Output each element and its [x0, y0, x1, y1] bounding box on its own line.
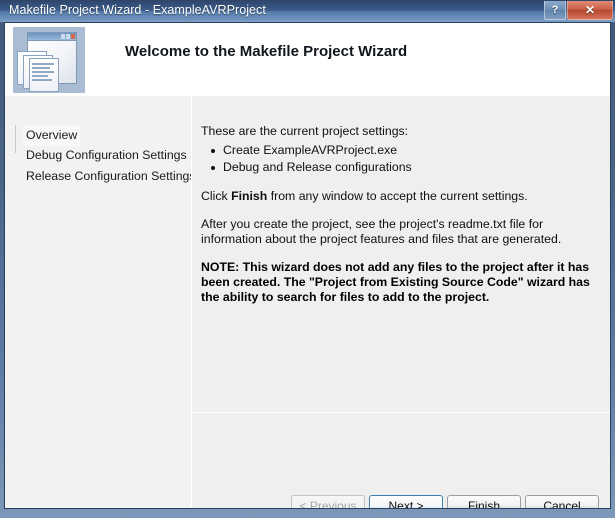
next-button[interactable]: Next >: [369, 495, 443, 508]
titlebar-buttons: ? ✕: [544, 1, 613, 20]
wizard-icon: [13, 27, 85, 93]
sidebar-item-debug-row: Debug Configuration Settings: [15, 145, 187, 166]
wizard-window: Makefile Project Wizard - ExampleAVRProj…: [0, 0, 615, 518]
page-glyph-text-lines: [32, 63, 56, 83]
wizard-header: Welcome to the Makefile Project Wizard: [5, 23, 610, 96]
client-area: Welcome to the Makefile Project Wizard O…: [4, 22, 611, 509]
sidebar-list: Overview Debug Configuration Settings Re…: [15, 124, 196, 187]
button-bar: < Previous Next > Finish Cancel: [192, 413, 610, 508]
note-text: NOTE: This wizard does not add any files…: [201, 260, 590, 304]
sidebar-item-release-configuration-settings[interactable]: Release Configuration Settings: [22, 166, 200, 187]
sidebar-item-overview[interactable]: Overview: [22, 124, 82, 147]
window-glyph-titlebar: [28, 33, 76, 41]
after-create-text: After you create the project, see the pr…: [201, 217, 562, 246]
intro-text: These are the current project settings:: [201, 124, 409, 138]
window-title: Makefile Project Wizard - ExampleAVRProj…: [9, 3, 266, 17]
list-item: Create ExampleAVRProject.exe: [211, 142, 597, 159]
close-icon[interactable]: ✕: [567, 1, 613, 20]
sidebar-item-overview-row: Overview: [15, 124, 187, 147]
settings-list: Create ExampleAVRProject.exe Debug and R…: [201, 142, 597, 176]
titlebar: Makefile Project Wizard - ExampleAVRProj…: [0, 0, 615, 22]
window-glyph-max-icon: [66, 34, 70, 39]
sidebar-item-release-row: Release Configuration Settings: [15, 166, 196, 187]
previous-button[interactable]: < Previous: [291, 495, 365, 508]
click-finish-bold: Finish: [231, 189, 268, 203]
click-finish-suffix: from any window to accept the current se…: [267, 189, 528, 203]
wizard-sidebar: Overview Debug Configuration Settings Re…: [5, 96, 196, 508]
page-title: Welcome to the Makefile Project Wizard: [125, 43, 408, 60]
wizard-buttons: < Previous Next > Finish Cancel: [291, 495, 599, 508]
cancel-button[interactable]: Cancel: [525, 495, 599, 508]
window-glyph-buttons: [61, 34, 75, 39]
window-glyph-close-icon: [71, 34, 75, 39]
help-icon[interactable]: ?: [544, 1, 566, 20]
sidebar-item-debug-configuration-settings[interactable]: Debug Configuration Settings: [22, 145, 191, 166]
list-item: Debug and Release configurations: [211, 159, 597, 176]
window-glyph-min-icon: [61, 34, 65, 39]
click-finish-text: Click Finish from any window to accept t…: [201, 189, 597, 204]
click-finish-prefix: Click: [201, 189, 232, 203]
finish-button[interactable]: Finish: [447, 495, 521, 508]
content-body: These are the current project settings: …: [201, 124, 597, 305]
